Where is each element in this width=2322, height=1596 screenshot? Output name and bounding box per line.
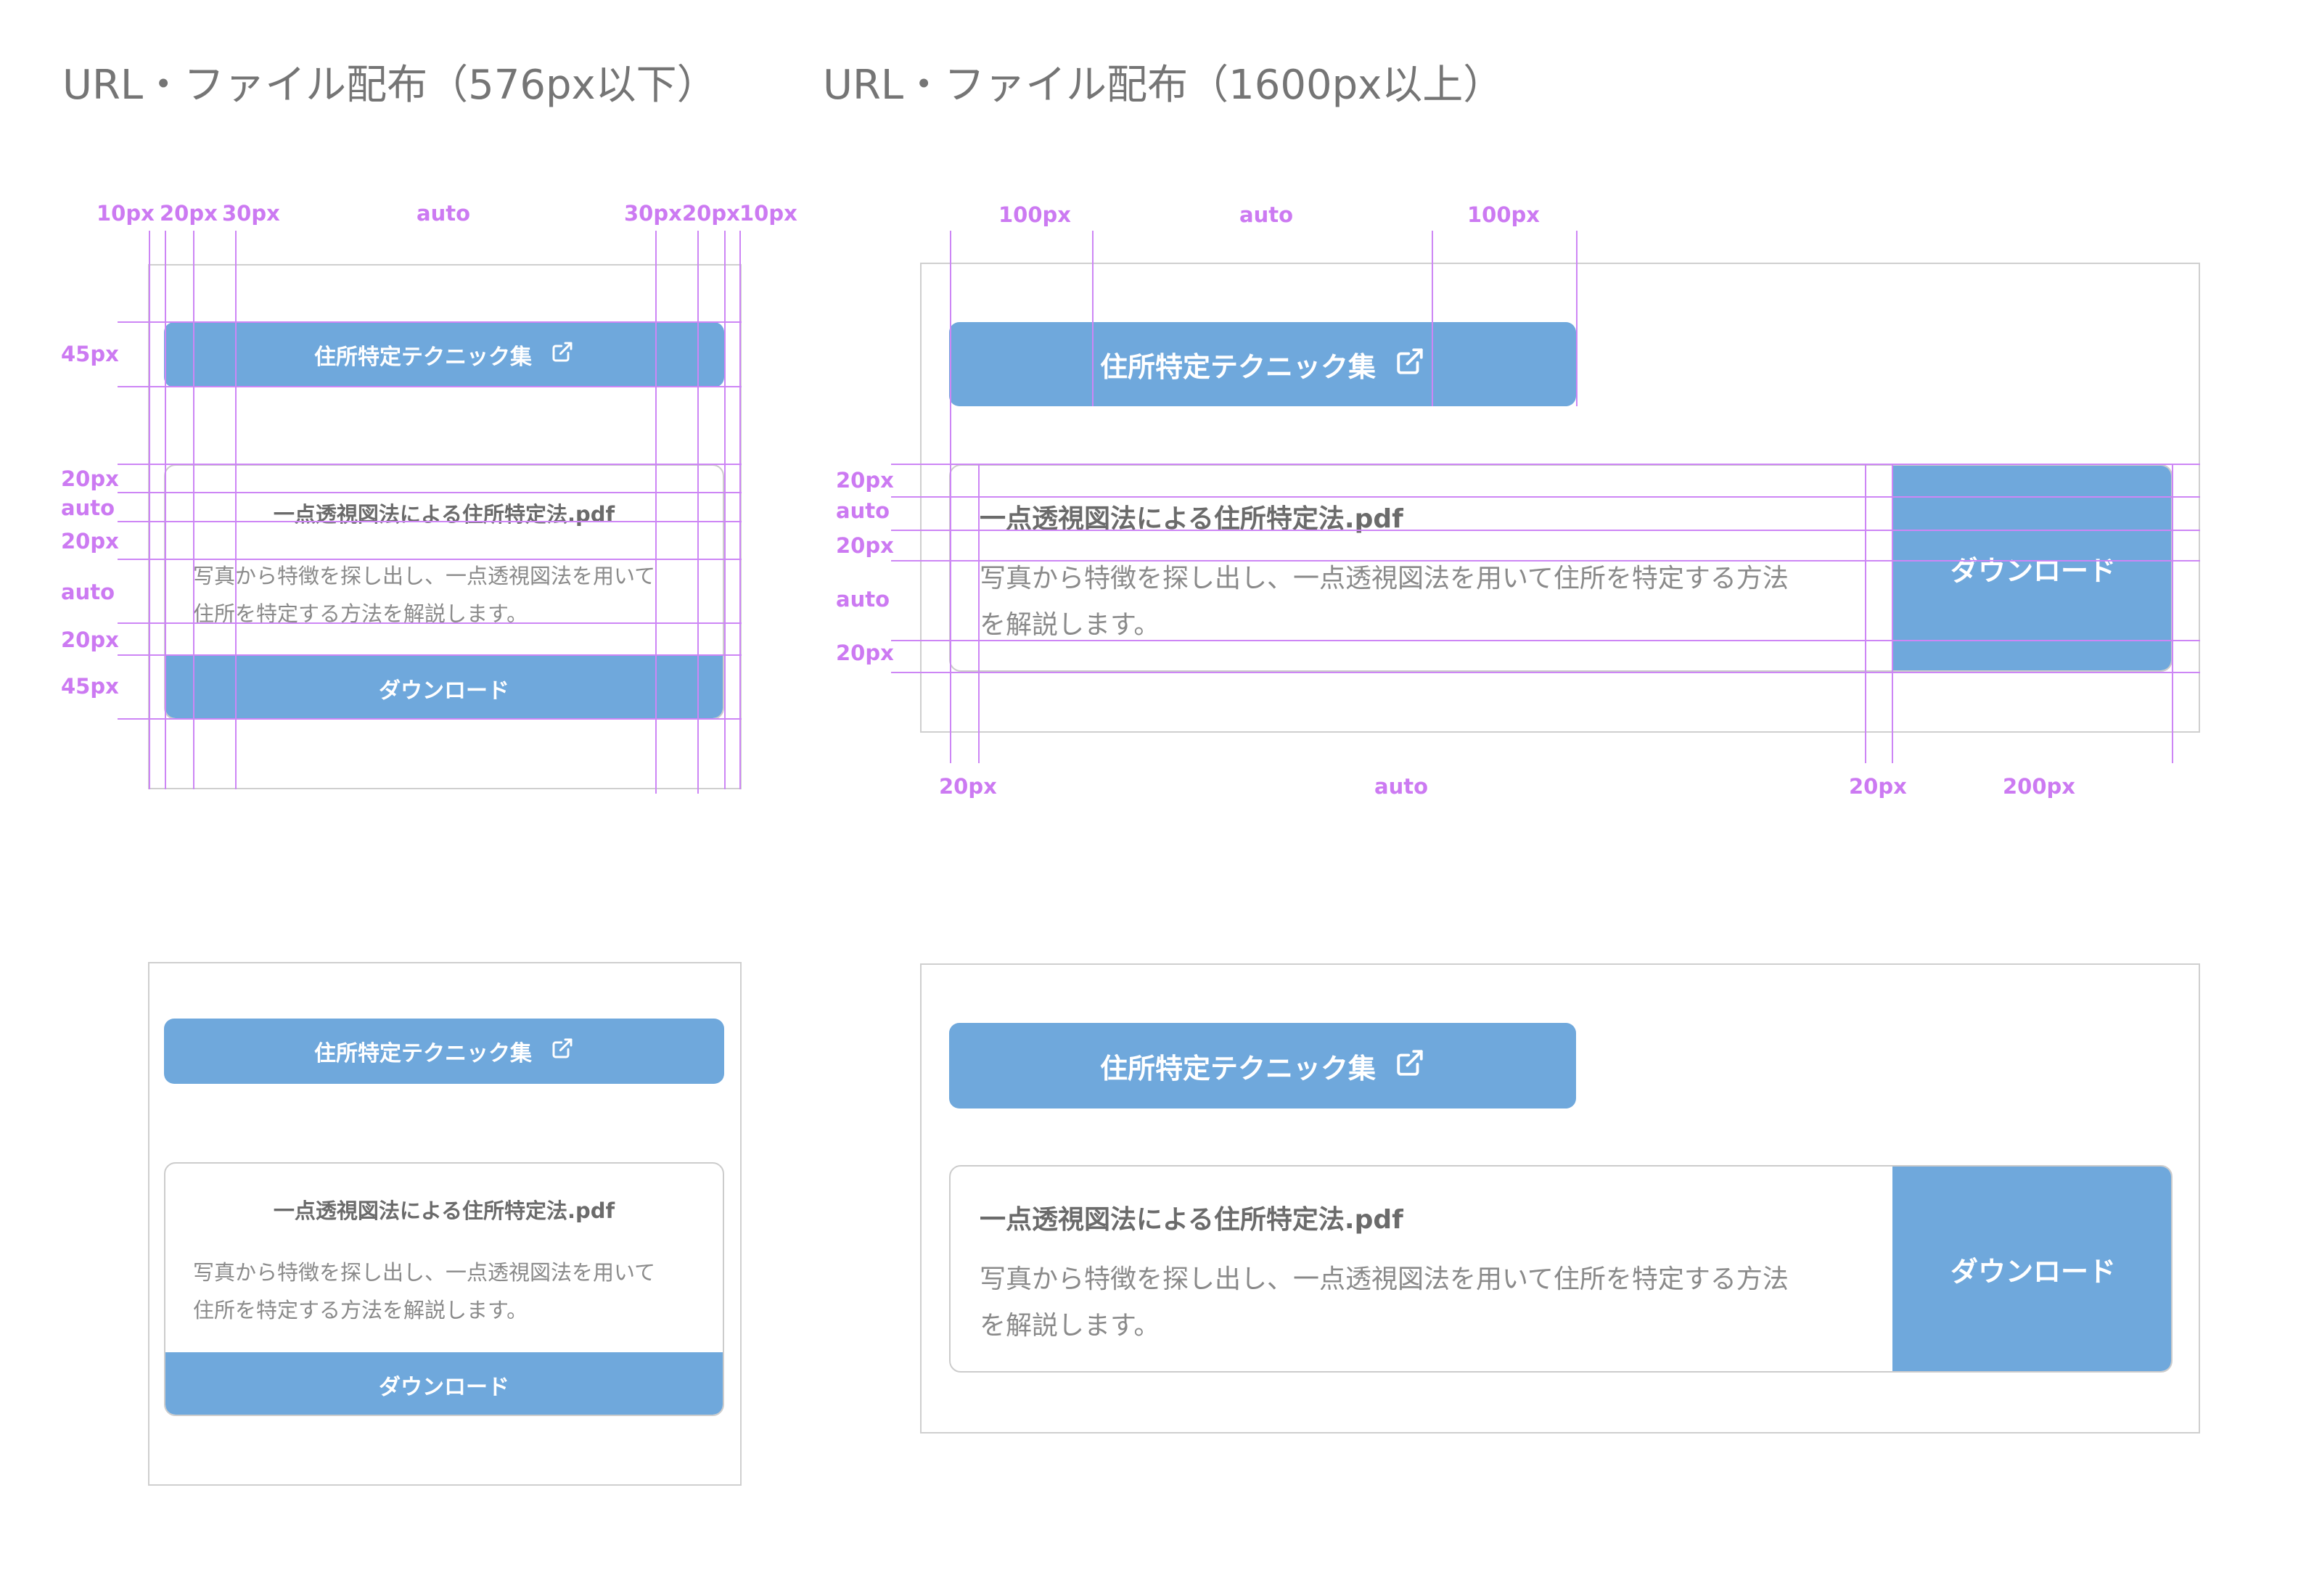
guide-line [724, 231, 726, 789]
guide-line [118, 492, 742, 493]
file-description-line: 住所を特定する方法を解説します。 [193, 601, 528, 626]
dimension-label: 100px [1467, 202, 1540, 227]
dimension-label: 30px [222, 201, 280, 226]
dimension-label: 20px [836, 468, 894, 493]
dimension-label: 20px [160, 201, 218, 226]
large-preview-download-button[interactable]: ダウンロード [1892, 1167, 2171, 1371]
guide-line [891, 560, 2200, 562]
guide-line [891, 496, 2200, 498]
dimension-label: 20px [61, 466, 119, 491]
link-button-label: 住所特定テクニック集 [314, 1041, 532, 1066]
guide-line [118, 559, 742, 560]
dimension-label: 20px [61, 628, 119, 652]
dimension-label: 20px [682, 201, 740, 226]
large-preview-link-button[interactable]: 住所特定テクニック集 [949, 1023, 1576, 1108]
guide-line [235, 231, 237, 789]
small-preview-file-card: 一点透視図法による住所特定法.pdf 写真から特徴を探し出し、一点透視図法を用い… [164, 1162, 724, 1416]
dimension-label: 10px [739, 201, 797, 226]
guide-line [118, 321, 742, 323]
guide-line [149, 231, 150, 789]
dimension-label: 45px [61, 674, 119, 699]
small-spec-file-card: 一点透視図法による住所特定法.pdf 写真から特徴を探し出し、一点透視図法を用い… [164, 464, 724, 720]
guide-line [118, 718, 742, 720]
dimension-label: 20px [836, 641, 894, 665]
guide-line [891, 672, 2200, 673]
dimension-label: 30px [624, 201, 682, 226]
external-link-icon [551, 1037, 574, 1066]
file-description: 写真から特徴を探し出し、一点透視図法を用いて住所を特定する方法 を解説します。 [980, 556, 1872, 649]
file-description-line: 写真から特徴を探し出し、一点透視図法を用いて住所を特定する方法 [980, 564, 1789, 593]
guide-line [165, 231, 166, 789]
external-link-icon [1395, 346, 1425, 383]
dimension-label: auto [1239, 202, 1294, 227]
dimension-label: auto [61, 580, 115, 604]
file-name: 一点透視図法による住所特定法.pdf [980, 1205, 1403, 1235]
guide-line [1865, 464, 1866, 763]
guide-line [1432, 231, 1433, 406]
guide-line [655, 231, 657, 794]
guide-line [193, 231, 194, 789]
large-preview-file-card: 一点透視図法による住所特定法.pdf 写真から特徴を探し出し、一点透視図法を用い… [949, 1165, 2173, 1373]
external-link-icon [1395, 1048, 1425, 1085]
guide-line [2172, 464, 2173, 763]
guide-line [118, 386, 742, 387]
file-description: 写真から特徴を探し出し、一点透視図法を用いて住所を特定する方法 を解説します。 [980, 1256, 1872, 1349]
dimension-label: 20px [939, 774, 997, 799]
file-description: 写真から特徴を探し出し、一点透視図法を用いて 住所を特定する方法を解説します。 [193, 1254, 701, 1329]
link-button-label: 住所特定テクニック集 [314, 345, 532, 370]
dimension-label: auto [1374, 774, 1429, 799]
guide-line [118, 464, 742, 465]
guide-line [891, 640, 2200, 641]
guide-line [891, 464, 2200, 465]
heading-large: URL・ファイル配布（1600px以上） [823, 62, 1504, 109]
dimension-label: 20px [1849, 774, 1907, 799]
link-button-label: 住所特定テクニック集 [1099, 350, 1376, 383]
dimension-label: auto [417, 201, 471, 226]
dimension-label: auto [61, 495, 115, 520]
guide-line [891, 530, 2200, 531]
file-description-line: を解説します。 [980, 610, 1160, 640]
guide-line [118, 654, 742, 656]
link-button-label: 住所特定テクニック集 [1099, 1052, 1376, 1085]
guide-line [118, 622, 742, 624]
dimension-label: 100px [998, 202, 1071, 227]
file-description-line: 写真から特徴を探し出し、一点透視図法を用いて [193, 1260, 656, 1285]
small-spec-download-button[interactable]: ダウンロード [165, 656, 723, 718]
dimension-label: auto [836, 587, 890, 612]
small-preview-download-button[interactable]: ダウンロード [165, 1352, 723, 1415]
file-name: 一点透視図法による住所特定法.pdf [273, 1198, 615, 1223]
guide-line [118, 521, 742, 522]
dimension-label: 10px [97, 201, 155, 226]
file-description-line: 住所を特定する方法を解説します。 [193, 1298, 528, 1323]
dimension-label: 200px [2003, 774, 2075, 799]
heading-small: URL・ファイル配布（576px以下） [62, 62, 718, 109]
small-preview-link-button[interactable]: 住所特定テクニック集 [164, 1019, 724, 1084]
guide-line [1576, 231, 1578, 406]
external-link-icon [551, 340, 574, 369]
dimension-label: 45px [61, 342, 119, 366]
guide-line [697, 231, 699, 794]
dimension-label: auto [836, 498, 890, 523]
dimension-label: 20px [61, 529, 119, 554]
dimension-label: 20px [836, 533, 894, 558]
large-spec-link-button[interactable]: 住所特定テクニック集 [949, 322, 1576, 406]
guide-line [1892, 464, 1893, 763]
file-description-line: を解説します。 [980, 1311, 1160, 1341]
guide-line [978, 464, 980, 763]
file-description: 写真から特徴を探し出し、一点透視図法を用いて 住所を特定する方法を解説します。 [193, 557, 701, 633]
file-name: 一点透視図法による住所特定法.pdf [273, 502, 615, 527]
small-spec-link-button[interactable]: 住所特定テクニック集 [164, 322, 724, 387]
file-description-line: 写真から特徴を探し出し、一点透視図法を用いて [193, 564, 656, 588]
guide-line [1092, 231, 1094, 406]
guide-line [739, 231, 741, 789]
file-description-line: 写真から特徴を探し出し、一点透視図法を用いて住所を特定する方法 [980, 1264, 1789, 1294]
